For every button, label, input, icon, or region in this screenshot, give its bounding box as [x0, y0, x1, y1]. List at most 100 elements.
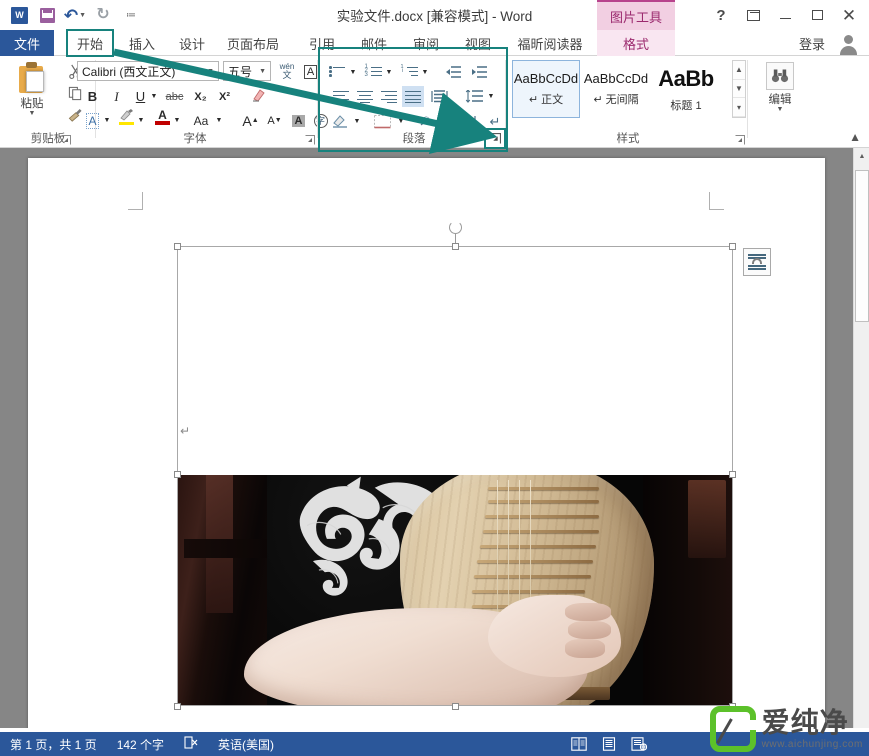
tab-review[interactable]: 审阅	[404, 30, 448, 56]
scroll-up-icon[interactable]: ▲	[854, 148, 869, 164]
resize-handle-sw[interactable]	[174, 703, 181, 710]
styles-scroll-down-icon[interactable]: ▼	[733, 80, 745, 99]
tab-page-layout[interactable]: 页面布局	[220, 30, 286, 56]
resize-handle-w[interactable]	[174, 471, 181, 478]
increase-indent-icon[interactable]	[468, 62, 490, 83]
view-web-layout-icon[interactable]	[624, 732, 654, 756]
multilevel-list-icon[interactable]: 1 i	[398, 62, 420, 83]
language-indicator[interactable]: 英语(美国)	[208, 736, 284, 753]
editing-button[interactable]: 编辑 ▼	[760, 62, 800, 124]
clipboard-dialog-launcher[interactable]	[60, 134, 72, 146]
tab-insert[interactable]: 插入	[120, 30, 164, 56]
italic-button[interactable]: I	[106, 86, 127, 107]
show-paragraph-marks-icon[interactable]: ↵	[486, 111, 504, 132]
style-no-spacing[interactable]: AaBbCcDd ↵ 无间隔	[582, 60, 650, 118]
view-read-mode-icon[interactable]	[564, 732, 594, 756]
resize-handle-e[interactable]	[729, 471, 736, 478]
align-right-icon[interactable]	[378, 86, 400, 107]
text-effects-dropdown-icon[interactable]: ▼	[102, 110, 112, 131]
borders-dropdown-icon[interactable]: ▼	[396, 111, 406, 132]
collapse-ribbon-icon[interactable]: ▲	[849, 130, 861, 144]
styles-more-icon[interactable]: ▾	[733, 98, 745, 117]
document-page[interactable]: ↵	[28, 158, 825, 728]
multilevel-dropdown-icon[interactable]: ▼	[420, 62, 430, 83]
tab-foxit-reader[interactable]: 福昕阅读器	[508, 30, 592, 56]
scrollbar-thumb[interactable]	[855, 170, 869, 322]
decrease-indent-icon[interactable]	[442, 62, 464, 83]
minimize-icon[interactable]	[769, 1, 801, 29]
borders-icon[interactable]	[370, 111, 394, 132]
avatar[interactable]	[833, 32, 863, 56]
sort-icon[interactable]: AZ	[460, 111, 482, 132]
tab-view[interactable]: 视图	[456, 30, 500, 56]
shading-dropdown-icon[interactable]: ▼	[352, 111, 362, 132]
vertical-scrollbar[interactable]: ▲	[853, 148, 869, 728]
strikethrough-button[interactable]: abc	[164, 86, 185, 107]
bold-button[interactable]: B	[82, 86, 103, 107]
document-image[interactable]	[178, 475, 732, 705]
superscript-button[interactable]: X²	[214, 86, 235, 107]
font-size-input[interactable]: 五号 ▼	[223, 61, 271, 81]
phonetic-guide-icon[interactable]: wén文	[276, 61, 298, 81]
proofing-status-icon[interactable]	[174, 736, 208, 752]
align-center-icon[interactable]	[354, 86, 376, 107]
style-heading-1[interactable]: AaBb 标题 1	[652, 60, 720, 118]
tab-references[interactable]: 引用	[300, 30, 344, 56]
close-icon[interactable]: ✕	[833, 1, 865, 29]
word-count[interactable]: 142 个字	[107, 736, 174, 753]
subscript-button[interactable]: X₂	[190, 86, 211, 107]
tab-mailings[interactable]: 邮件	[352, 30, 396, 56]
character-shading-icon[interactable]: A	[288, 110, 309, 131]
clear-formatting-icon[interactable]	[248, 84, 269, 105]
resize-handle-nw[interactable]	[174, 243, 181, 250]
line-spacing-icon[interactable]	[462, 86, 486, 107]
style-normal[interactable]: AaBbCcDd ↵ 正文	[512, 60, 580, 118]
font-name-input[interactable]: Calibri (西文正文) ▼	[77, 61, 219, 81]
maximize-icon[interactable]	[801, 1, 833, 29]
tab-format[interactable]: 格式	[597, 30, 675, 56]
paste-button[interactable]: 粘贴 ▼	[8, 60, 56, 128]
line-spacing-dropdown-icon[interactable]: ▼	[486, 86, 496, 107]
font-color-dropdown-icon[interactable]: ▼	[172, 110, 182, 131]
ribbon-display-options-icon[interactable]	[737, 1, 769, 29]
tab-design[interactable]: 设计	[170, 30, 214, 56]
grow-font-icon[interactable]: A▲	[240, 110, 261, 131]
asian-layout-icon[interactable]: ●◯	[414, 111, 438, 132]
bullets-icon[interactable]	[326, 62, 348, 83]
change-case-dropdown-icon[interactable]: ▼	[214, 110, 224, 131]
font-color-icon[interactable]: A	[152, 106, 173, 127]
numbering-icon[interactable]: 123	[362, 62, 384, 83]
resize-handle-s[interactable]	[452, 703, 459, 710]
shrink-font-icon[interactable]: A▼	[264, 110, 285, 131]
styles-gallery-scroll[interactable]: ▲ ▼ ▾	[732, 60, 746, 118]
view-print-layout-icon[interactable]	[594, 732, 624, 756]
underline-button[interactable]: U	[130, 86, 151, 107]
page-indicator[interactable]: 第 1 页，共 1 页	[0, 736, 107, 753]
tab-home[interactable]: 开始	[66, 30, 114, 56]
shading-icon[interactable]	[328, 111, 352, 132]
layout-options-button[interactable]	[743, 248, 771, 276]
resize-handle-n[interactable]	[452, 243, 459, 250]
styles-scroll-up-icon[interactable]: ▲	[733, 61, 745, 80]
help-icon[interactable]: ?	[705, 1, 737, 29]
text-highlight-icon[interactable]	[116, 106, 137, 127]
numbering-dropdown-icon[interactable]: ▼	[384, 62, 394, 83]
image-selection-frame[interactable]	[177, 246, 733, 706]
rotate-handle[interactable]	[449, 221, 462, 234]
text-effects-icon[interactable]: A	[82, 110, 103, 131]
styles-dialog-launcher[interactable]	[734, 134, 746, 146]
underline-dropdown-icon[interactable]: ▼	[149, 86, 159, 107]
document-canvas[interactable]: ↵	[0, 148, 853, 728]
paragraph-dialog-launcher[interactable]	[489, 132, 501, 144]
change-case-button[interactable]: Aa	[188, 110, 214, 131]
asian-layout-dropdown-icon[interactable]: ▼	[438, 111, 448, 132]
resize-handle-ne[interactable]	[729, 243, 736, 250]
bullets-dropdown-icon[interactable]: ▼	[348, 62, 358, 83]
distribute-icon[interactable]	[428, 86, 450, 107]
signin-link[interactable]: 登录	[799, 30, 825, 56]
align-left-icon[interactable]	[330, 86, 352, 107]
tab-file[interactable]: 文件	[0, 30, 54, 56]
justify-icon[interactable]	[402, 86, 424, 107]
font-dialog-launcher[interactable]	[304, 134, 316, 146]
highlight-dropdown-icon[interactable]: ▼	[136, 110, 146, 131]
